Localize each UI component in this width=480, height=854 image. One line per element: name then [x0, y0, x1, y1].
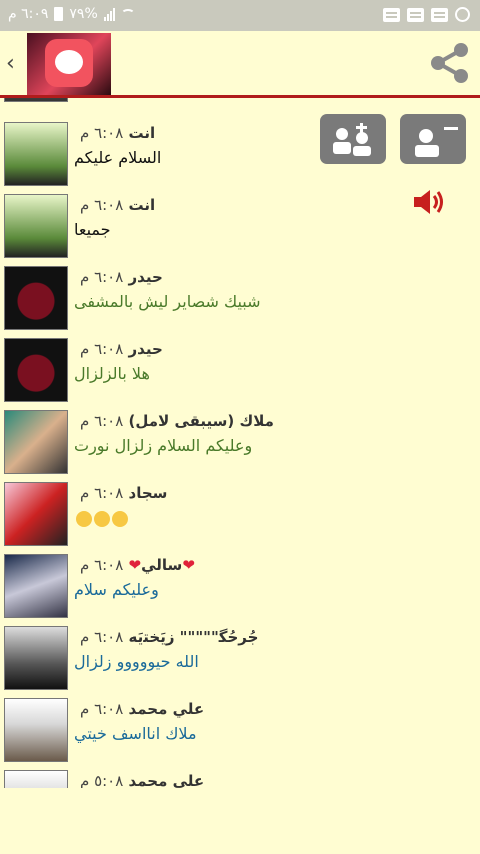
heart-icon: ❤ [128, 556, 142, 574]
sender-name: حيدر [128, 340, 163, 358]
message-meta: ❤سالي❤ ٦:٠٨ م [74, 556, 195, 574]
avatar [4, 698, 68, 762]
message-text: الله حيووووو زلزال [74, 652, 199, 671]
message-time: ٦:٠٨ م [80, 412, 124, 430]
sender-name: حيدر [128, 268, 163, 286]
message-time: ٦:٠٨ م [80, 556, 124, 574]
signal-icon [103, 7, 115, 21]
message-time: ٦:٠٨ م [80, 340, 124, 358]
battery-icon [54, 7, 64, 21]
heart-icon: ❤ [182, 556, 195, 574]
message-text: شبيك شصاير ليش بالمشفى [74, 292, 261, 311]
add-group-button[interactable] [320, 114, 386, 164]
avatar [4, 122, 68, 186]
list-item[interactable]: حيدر ٦:٠٨ م شبيك شصاير ليش بالمشفى [0, 266, 300, 338]
avatar [4, 194, 68, 258]
add-group-icon [333, 123, 371, 156]
avatar [4, 98, 68, 102]
message-time: ٦:٠٨ م [80, 700, 124, 718]
message-meta: حيدر ٦:٠٨ م [74, 340, 163, 358]
list-item[interactable]: ﺟُﺮﺣُﮕ""""" ﺯﻳَﺨﺘﻳَﻪ ٦:٠٨ م الله حيووووو… [0, 626, 300, 698]
sender-name: ﺟُﺮﺣُﮕ""""" ﺯﻳَﺨﺘﻳَﻪ [128, 628, 259, 646]
message-meta: انت ٦:٠٨ م [74, 124, 155, 142]
message-time: ٦:٠٨ م [80, 628, 124, 646]
message-meta: انت ٦:٠٨ م [74, 196, 155, 214]
message-time: ٦:٠٨ م [80, 124, 124, 142]
share-icon[interactable] [428, 41, 472, 85]
list-item[interactable]: حيدر ٦:٠٨ م هلا بالزلزال [0, 338, 300, 410]
battery-level: ٧٩% [69, 6, 98, 22]
avatar [4, 770, 68, 788]
notification-icon [431, 7, 448, 22]
list-item[interactable]: ❤سالي❤ ٦:٠٨ م وعليكم سلام [0, 554, 300, 626]
avatar [4, 554, 68, 618]
sender-name: سالي [141, 556, 183, 574]
message-meta: علي محمد ٦:٠٨ م [74, 700, 204, 718]
app-icon[interactable] [27, 33, 111, 95]
message-meta: علي محمد ٥:٠٨ م [74, 772, 204, 788]
list-item[interactable]: علي محمد ٦:٠٨ م ملاك انااسف خيتي [0, 698, 300, 770]
list-item[interactable]: سجاد ٦:٠٨ م [0, 482, 300, 554]
message-text: جميعا [74, 220, 111, 239]
notification-icon [407, 7, 424, 22]
message-meta: حيدر ٦:٠٨ م [74, 268, 163, 286]
wifi-icon [120, 9, 135, 19]
list-item[interactable]: انت ٦:٠٨ م السلام عليكم [0, 122, 300, 194]
back-icon[interactable]: ‹ [6, 51, 15, 76]
emoji-icon [94, 510, 110, 527]
message-list[interactable]: انت ٦:٠٨ م السلام عليكم انت ٦:٠٨ م جميعا… [0, 98, 300, 788]
sender-name: انت [128, 196, 156, 214]
list-item[interactable]: ملاك (سيبقى لامل) ٦:٠٨ م وعليكم السلام ز… [0, 410, 300, 482]
message-time: ٦:٠٨ م [80, 196, 124, 214]
message-text: هلا بالزلزال [74, 364, 150, 383]
message-time: ٥:٠٨ م [80, 772, 124, 788]
remove-user-button[interactable] [400, 114, 466, 164]
message-time: ٦:٠٨ م [80, 268, 124, 286]
sender-name: انت [128, 124, 156, 142]
status-bar: ٦:٠٩ م ٧٩% [0, 0, 480, 31]
avatar [4, 266, 68, 330]
sender-name: علي محمد [128, 700, 205, 718]
message-meta: ﺟُﺮﺣُﮕ""""" ﺯﻳَﺨﺘﻳَﻪ ٦:٠٨ م [74, 628, 258, 646]
sender-name: سجاد [128, 484, 168, 502]
emoji-icon [112, 510, 128, 527]
avatar [4, 410, 68, 474]
message-meta: سجاد ٦:٠٨ م [74, 484, 167, 502]
message-meta: ملاك (سيبقى لامل) ٦:٠٨ م [74, 412, 274, 430]
message-text: وعليكم السلام زلزال نورت [74, 436, 253, 455]
message-text: ملاك انااسف خيتي [74, 724, 197, 743]
list-item[interactable]: علي محمد ٥:٠٨ م [0, 770, 300, 788]
sender-name: علي محمد [128, 772, 205, 788]
app-header: ‹ [0, 31, 480, 95]
emoji-icon [76, 510, 92, 527]
message-emoji [74, 508, 128, 527]
status-left: ٦:٠٩ م ٧٩% [8, 6, 135, 22]
sender-name: ملاك (سيبقى لامل) [128, 412, 274, 430]
status-notifications [383, 7, 470, 22]
whatsapp-icon [455, 7, 470, 22]
avatar [4, 626, 68, 690]
notification-icon [383, 7, 400, 22]
avatar [4, 338, 68, 402]
message-time: ٦:٠٨ م [80, 484, 124, 502]
message-text: السلام عليكم [74, 148, 162, 167]
avatar [4, 482, 68, 546]
message-text: وعليكم سلام [74, 580, 159, 599]
status-time: ٦:٠٩ م [8, 6, 49, 22]
list-item[interactable]: انت ٦:٠٨ م جميعا [0, 194, 300, 266]
remove-user-icon [415, 127, 458, 157]
volume-icon[interactable] [410, 186, 446, 218]
